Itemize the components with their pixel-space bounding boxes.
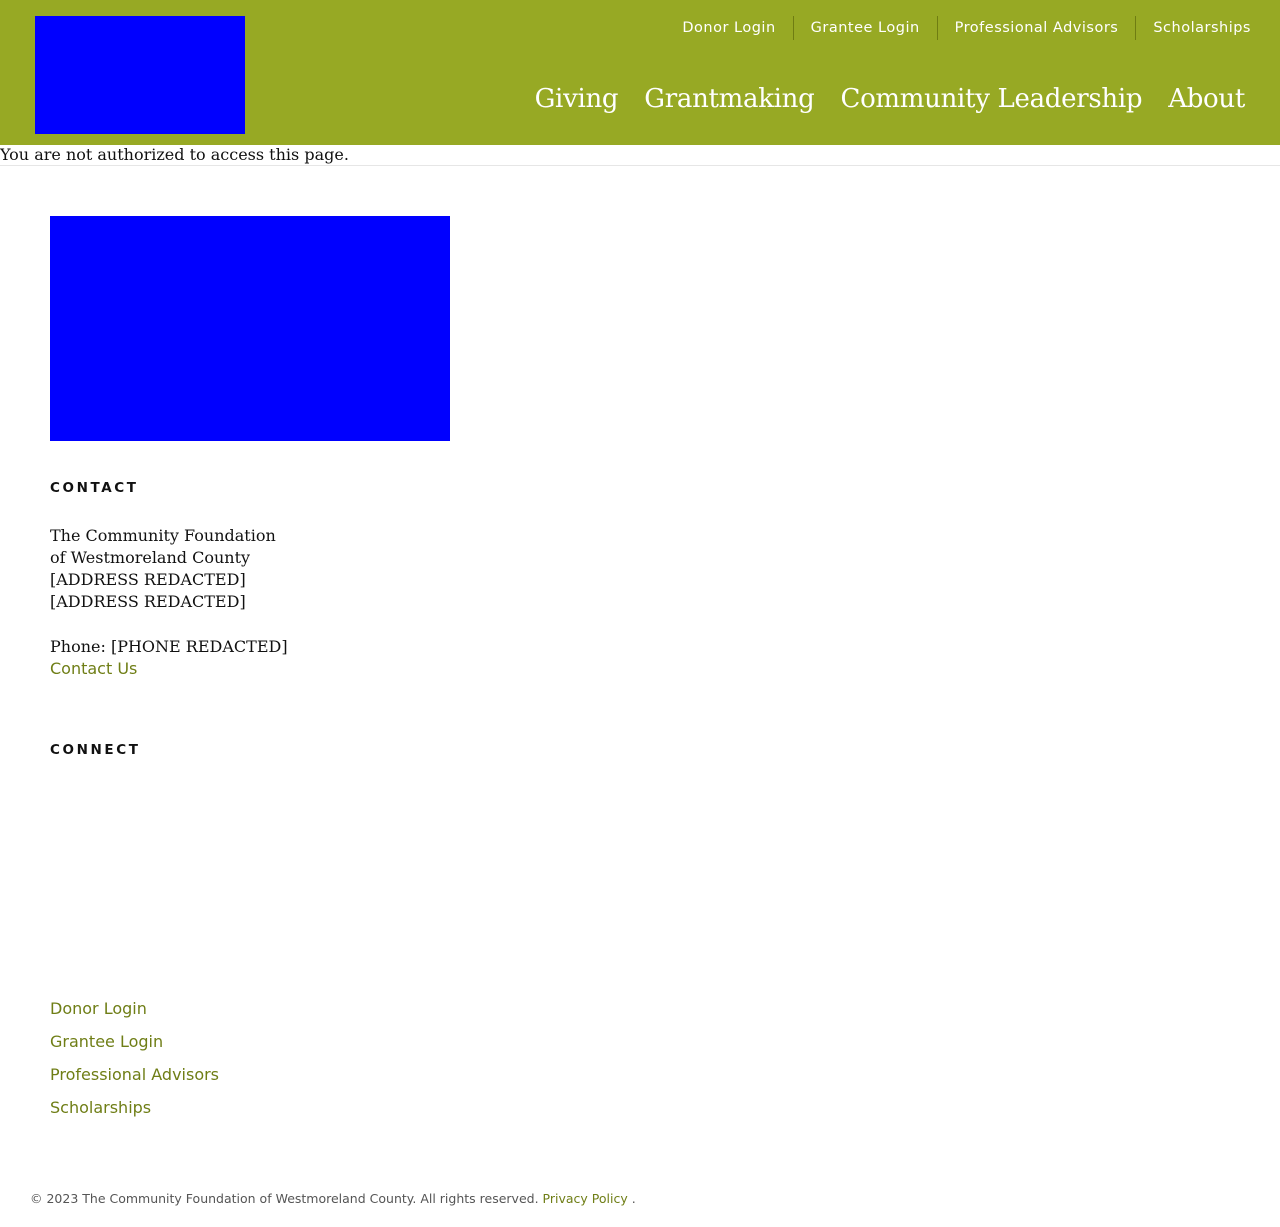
main-nav-community-leadership[interactable]: Community Leadership bbox=[840, 84, 1142, 114]
site-logo[interactable] bbox=[35, 16, 245, 134]
contact-block: The Community Foundation of Westmoreland… bbox=[50, 525, 288, 680]
org-name-line1: The Community Foundation bbox=[50, 526, 276, 545]
footer-links: Donor Login Grantee Login Professional A… bbox=[50, 998, 219, 1130]
phone-number: Phone: [PHONE REDACTED] bbox=[50, 637, 288, 656]
org-name-line2: of Westmoreland County bbox=[50, 548, 251, 567]
contact-us-link[interactable]: Contact Us bbox=[50, 658, 288, 680]
footer-link-grantee-login[interactable]: Grantee Login bbox=[50, 1031, 219, 1064]
privacy-policy-link[interactable]: Privacy Policy bbox=[543, 1191, 628, 1206]
footer-link-professional-advisors[interactable]: Professional Advisors bbox=[50, 1064, 219, 1097]
utility-link-professional-advisors[interactable]: Professional Advisors bbox=[936, 16, 1136, 40]
main-nav-giving[interactable]: Giving bbox=[535, 84, 619, 114]
utility-link-grantee-login[interactable]: Grantee Login bbox=[792, 16, 937, 40]
address-line2: [ADDRESS REDACTED] bbox=[50, 592, 246, 611]
unauthorized-notice: You are not authorized to access this pa… bbox=[0, 145, 1280, 166]
contact-spacer bbox=[50, 613, 288, 636]
contact-heading: CONTACT bbox=[50, 480, 139, 496]
footer-link-scholarships[interactable]: Scholarships bbox=[50, 1097, 219, 1130]
address-line1: [ADDRESS REDACTED] bbox=[50, 570, 246, 589]
footer-link-donor-login[interactable]: Donor Login bbox=[50, 998, 219, 1031]
copyright-period: . bbox=[631, 1191, 636, 1206]
copyright-notice: © 2023 The Community Foundation of Westm… bbox=[30, 1190, 636, 1208]
copyright-text: © 2023 The Community Foundation of Westm… bbox=[30, 1191, 539, 1206]
connect-heading: CONNECT bbox=[50, 742, 141, 758]
utility-link-scholarships[interactable]: Scholarships bbox=[1135, 16, 1251, 40]
site-header: Donor Login Grantee Login Professional A… bbox=[0, 0, 1280, 145]
utility-nav: Donor Login Grantee Login Professional A… bbox=[665, 16, 1251, 40]
utility-link-donor-login[interactable]: Donor Login bbox=[665, 16, 792, 40]
main-nav: Giving Grantmaking Community Leadership … bbox=[509, 84, 1246, 114]
footer-logo bbox=[50, 216, 450, 441]
main-nav-about[interactable]: About bbox=[1168, 84, 1245, 114]
main-nav-grantmaking[interactable]: Grantmaking bbox=[644, 84, 815, 114]
